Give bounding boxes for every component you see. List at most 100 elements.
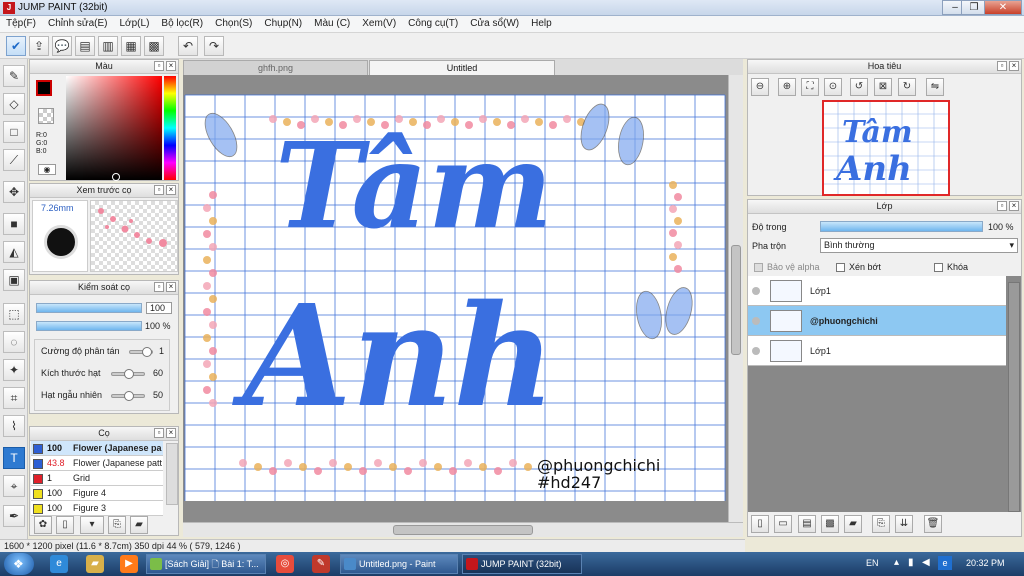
menu-layer[interactable]: Lớp(L) (114, 16, 156, 32)
tab-untitled[interactable]: Untitled (369, 60, 555, 75)
select-pen-tool-icon[interactable]: ⌗ (3, 387, 25, 409)
gradient-tool-icon[interactable]: ▣ (3, 269, 25, 291)
new-vector-layer-icon[interactable]: ▤ (798, 515, 816, 533)
canvas-vertical-scrollbar[interactable] (728, 75, 743, 522)
grid-layout-icon[interactable]: ▩ (144, 36, 164, 56)
scatter-slider[interactable] (129, 347, 153, 357)
line-tool-icon[interactable]: ⟋ (3, 149, 25, 171)
zoom-out-icon[interactable]: ⊖ (751, 78, 769, 96)
brush-list-item[interactable]: 100 Figure 4 (31, 486, 163, 501)
menu-select[interactable]: Chọn(S) (209, 16, 258, 32)
brush-tool-icon[interactable]: ✎ (3, 65, 25, 87)
document-icon[interactable]: ▥ (98, 36, 118, 56)
panel-float-icon[interactable]: ▫ (154, 428, 164, 438)
panel-close-icon[interactable]: × (166, 185, 176, 195)
brush-size-bar[interactable] (36, 303, 142, 313)
eraser-tool-icon[interactable]: ◇ (3, 93, 25, 115)
taskbar-item-jumppaint[interactable]: JUMP PAINT (32bit) (462, 554, 582, 574)
panel-float-icon[interactable]: ▫ (997, 61, 1007, 71)
panel-float-icon[interactable]: ▫ (154, 282, 164, 292)
menu-color[interactable]: Màu (C) (308, 16, 356, 32)
protect-alpha-checkbox[interactable]: Bảo vệ alpha (754, 262, 820, 273)
network-icon[interactable]: ▮ (908, 557, 914, 568)
operation-tool-icon[interactable]: ⌖ (3, 475, 25, 497)
undo-icon[interactable]: ↶ (178, 36, 198, 56)
duplicate-layer-icon[interactable]: ⎘ (872, 515, 890, 533)
brush-list-item[interactable]: 100 Figure 3 (31, 501, 163, 516)
pen-tool-icon[interactable]: ✒ (3, 505, 25, 527)
visibility-icon[interactable] (752, 317, 760, 325)
lasso-tool-icon[interactable]: ◌ (3, 331, 25, 353)
zoom-in-icon[interactable]: ⊕ (778, 78, 796, 96)
bucket-tool-icon[interactable]: ◭ (3, 241, 25, 263)
new-raster-layer-icon[interactable]: ▭ (774, 515, 792, 533)
panel-float-icon[interactable]: ▫ (997, 201, 1007, 211)
rotate-left-icon[interactable]: ↺ (850, 78, 868, 96)
tray-arrow-icon[interactable]: ▴ (894, 557, 899, 568)
brush-menu-icon[interactable]: ▾ (80, 516, 104, 534)
layer-blend-select[interactable]: Bình thường ▾ (820, 238, 1018, 253)
start-button[interactable]: ❖ (4, 553, 34, 575)
brush-settings-icon[interactable]: ✿ (34, 516, 52, 534)
reset-view-icon[interactable]: ⊠ (874, 78, 892, 96)
panel-close-icon[interactable]: × (166, 61, 176, 71)
lock-checkbox[interactable]: Khóa (934, 262, 968, 273)
redo-icon[interactable]: ↷ (204, 36, 224, 56)
volume-icon[interactable]: ◀ (922, 557, 930, 568)
flip-icon[interactable]: ⇋ (926, 78, 944, 96)
menu-view[interactable]: Xem(V) (356, 16, 402, 32)
new-layer-icon[interactable]: ▯ (751, 515, 769, 533)
text-tool-icon[interactable]: T (3, 447, 25, 469)
panel-close-icon[interactable]: × (166, 428, 176, 438)
random-slider[interactable] (111, 391, 145, 401)
rotate-right-icon[interactable]: ↻ (898, 78, 916, 96)
transparent-color-swatch[interactable] (38, 108, 54, 124)
brush-list-item[interactable]: 43.8 Flower (Japanese patt (31, 456, 163, 471)
particle-slider[interactable] (111, 369, 145, 379)
brush-list-item[interactable]: 1 Grid (31, 471, 163, 486)
select-rect-tool-icon[interactable]: ⬚ (3, 303, 25, 325)
horizontal-scroll-thumb[interactable] (393, 525, 533, 535)
canvas-svg[interactable]: Tâm Anh @phuongchichi #hd247 (183, 75, 728, 522)
visibility-icon[interactable] (752, 347, 760, 355)
menu-filter[interactable]: Bộ lọc(R) (155, 16, 209, 32)
panel-close-icon[interactable]: × (166, 282, 176, 292)
tab-ghfh[interactable]: ghfh.png (183, 60, 368, 75)
layer-opacity-bar[interactable] (820, 221, 983, 232)
color-picker-cursor[interactable] (112, 173, 120, 181)
fill-shape-tool-icon[interactable]: ■ (3, 213, 25, 235)
layer-row[interactable]: @phuongchichi (748, 306, 1006, 336)
brush-duplicate-icon[interactable]: ⎘ (108, 516, 126, 534)
fit-screen-icon[interactable]: ⛶ (801, 78, 819, 96)
panel-close-icon[interactable]: × (1009, 61, 1019, 71)
actual-size-icon[interactable]: ⊙ (824, 78, 842, 96)
move-tool-icon[interactable]: ✥ (3, 181, 25, 203)
merge-layer-icon[interactable]: ⇊ (895, 515, 913, 533)
taskbar-item-browser[interactable]: [Sách Giải] 🗋 Bài 1: T... (146, 554, 266, 574)
media-player-icon[interactable]: ▶ (120, 555, 138, 573)
vertical-scroll-thumb[interactable] (731, 245, 741, 355)
comment-icon[interactable]: 💬 (52, 36, 72, 56)
canvas-horizontal-scrollbar[interactable] (183, 522, 743, 537)
navigator-thumbnail[interactable]: Tâm Anh (822, 100, 950, 196)
brush-opacity-bar[interactable] (36, 321, 142, 331)
panel-close-icon[interactable]: × (1009, 201, 1019, 211)
layer-list-scrollbar[interactable] (1008, 282, 1020, 512)
hue-slider[interactable] (164, 76, 176, 180)
layer-row[interactable]: Lớp1 (748, 276, 1006, 306)
panel-float-icon[interactable]: ▫ (154, 61, 164, 71)
magic-wand-tool-icon[interactable]: ✦ (3, 359, 25, 381)
menu-capture[interactable]: Chụp(N) (258, 16, 308, 32)
delete-layer-icon[interactable]: 🗑 (924, 515, 942, 533)
panel-float-icon[interactable]: ▫ (154, 185, 164, 195)
rectangle-tool-icon[interactable]: □ (3, 121, 25, 143)
tray-app-icon[interactable]: e (938, 556, 952, 570)
file-explorer-icon[interactable]: ▰ (86, 555, 104, 573)
new-folder-icon[interactable]: ▰ (844, 515, 862, 533)
menu-edit[interactable]: Chỉnh sửa(E) (42, 16, 114, 32)
settings-check-icon[interactable]: ✔ (6, 36, 26, 56)
canvas-area[interactable]: Tâm Anh @phuongchichi #hd247 (183, 75, 743, 522)
color-mode-icon[interactable]: ◉ (38, 164, 56, 175)
menu-window[interactable]: Cửa sổ(W) (464, 16, 525, 32)
page-icon[interactable]: ▦ (121, 36, 141, 56)
